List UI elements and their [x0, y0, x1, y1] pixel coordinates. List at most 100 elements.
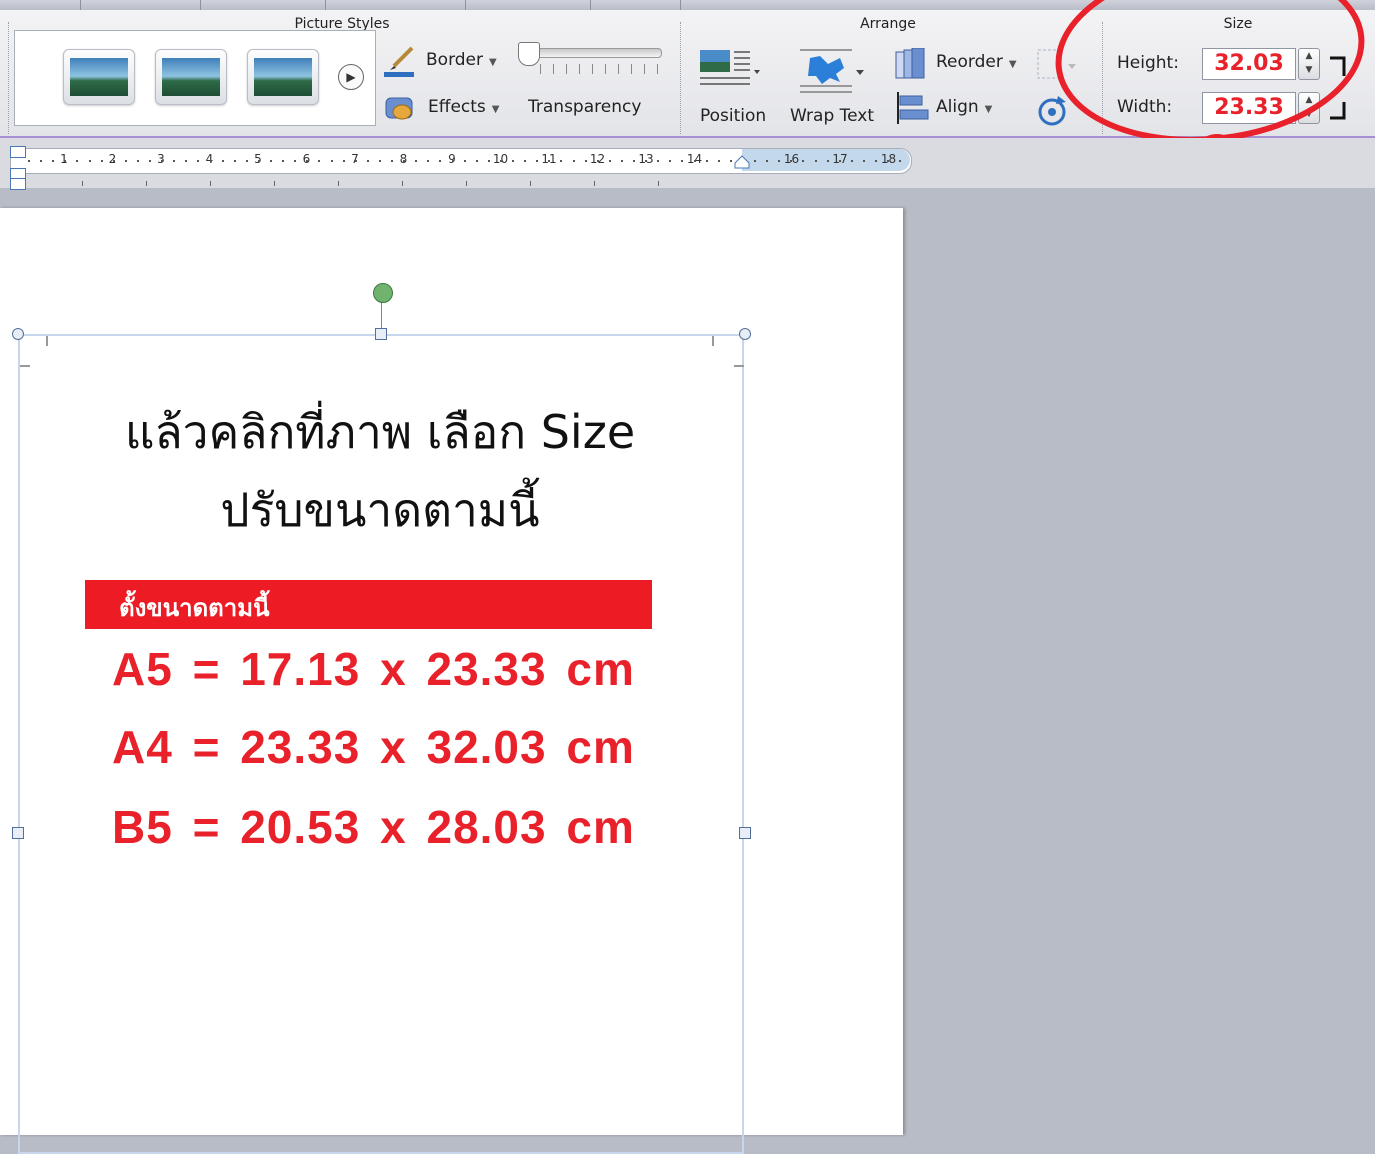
- ruler-number: 12: [589, 152, 606, 166]
- ruler-dot: [608, 160, 611, 162]
- ruler-number: 14: [686, 152, 703, 166]
- position-icon[interactable]: [700, 46, 760, 92]
- ruler-dot: [681, 160, 684, 162]
- crop-mark: [46, 336, 48, 346]
- ribbon-divider: [680, 22, 681, 134]
- resize-handle-top-right[interactable]: [739, 328, 751, 340]
- ruler-number: 8: [399, 152, 408, 166]
- ruler-dot: [584, 160, 587, 162]
- ruler-number: 16: [783, 152, 800, 166]
- banner-text: ตั้งขนาดตามนี้: [119, 594, 270, 622]
- tab-stop-tick: [658, 181, 659, 186]
- reorder-icon[interactable]: [894, 47, 930, 82]
- heading-line-2: ปรับขนาดตามนี้: [220, 483, 540, 537]
- ruler-dot: [463, 160, 466, 162]
- ruler-dot: [257, 160, 260, 162]
- ruler-number: 3: [157, 152, 165, 166]
- tab-stop-tick: [594, 181, 595, 186]
- ruler-dot: [197, 160, 200, 162]
- reorder-button[interactable]: Reorder ▼: [936, 52, 1017, 72]
- position-button-label[interactable]: Position: [700, 106, 766, 126]
- transparency-slider[interactable]: [522, 48, 662, 58]
- ruler-dot: [124, 160, 127, 162]
- size-a4-text: A4 = 23.33 x 32.03 cm: [112, 721, 635, 773]
- heading-line-1: แล้วคลิกที่ภาพ เลือก Size: [124, 405, 636, 459]
- size-a5-text: A5 = 17.13 x 23.33 cm: [112, 643, 635, 695]
- ruler-dot: [451, 160, 454, 162]
- wrap-text-icon[interactable]: [800, 46, 868, 96]
- ruler-dot: [875, 160, 877, 162]
- transparency-label: Transparency: [528, 97, 642, 117]
- ruler-dot: [245, 160, 248, 162]
- align-icon[interactable]: [896, 92, 930, 124]
- ruler-dot: [149, 160, 151, 162]
- picture-style-thumbnail[interactable]: [63, 49, 135, 105]
- picture-style-thumbnail[interactable]: [247, 49, 319, 105]
- border-button[interactable]: Border ▼: [426, 50, 497, 70]
- tab-stop-tick: [146, 181, 147, 186]
- first-line-indent-marker[interactable]: [10, 146, 26, 158]
- ruler-dot: [185, 160, 188, 162]
- ruler-dot: [209, 160, 212, 162]
- tab-stop-tick: [466, 181, 467, 186]
- resize-handle-right[interactable]: [739, 827, 751, 839]
- effects-button[interactable]: Effects ▼: [428, 97, 500, 117]
- effects-icon[interactable]: [384, 92, 418, 126]
- ruler-dot: [415, 160, 418, 162]
- chevron-down-icon: ▼: [491, 104, 500, 115]
- right-indent-marker-icon[interactable]: [734, 154, 750, 169]
- crop-mark: [20, 365, 30, 367]
- ruler-dot: [729, 160, 732, 162]
- align-button[interactable]: Align ▼: [936, 97, 992, 117]
- ruler-dot: [28, 160, 30, 162]
- ruler-dot: [282, 160, 285, 162]
- ruler-dot: [403, 160, 406, 162]
- ruler-dot: [899, 160, 902, 162]
- transparency-slider-thumb[interactable]: [518, 42, 540, 66]
- ruler-dot: [645, 160, 648, 162]
- rotation-handle[interactable]: [373, 283, 393, 303]
- ruler-dot: [366, 160, 369, 162]
- tab-stop-tick: [402, 181, 403, 186]
- border-pencil-icon[interactable]: [384, 44, 416, 78]
- picture-style-thumbnail[interactable]: [155, 49, 227, 105]
- ruler-dot: [161, 160, 164, 162]
- ruler-dot: [88, 160, 91, 162]
- red-banner: ตั้งขนาดตามนี้: [85, 580, 652, 629]
- rotate-icon[interactable]: [1036, 94, 1070, 128]
- ruler-dot: [270, 160, 272, 162]
- ruler-number: 2: [108, 152, 117, 166]
- ruler-dot: [572, 160, 575, 162]
- ruler-dot: [838, 160, 841, 162]
- tab-stop-tick: [210, 181, 211, 186]
- ruler-dot: [342, 160, 345, 162]
- ruler-dot: [487, 160, 490, 162]
- gallery-next-icon[interactable]: ▶: [338, 64, 364, 90]
- ruler-dot: [802, 160, 805, 162]
- ruler-number: 17: [832, 152, 848, 166]
- reorder-label: Reorder: [936, 52, 1003, 72]
- wrap-text-button-label[interactable]: Wrap Text: [790, 106, 874, 126]
- ruler-dot: [620, 160, 623, 162]
- ruler-dot: [233, 160, 236, 162]
- resize-handle-top-left[interactable]: [12, 328, 24, 340]
- ruler-dot: [64, 160, 67, 162]
- ruler-dot: [596, 160, 599, 162]
- ruler-number: 18: [880, 152, 897, 166]
- ruler-dot: [814, 160, 817, 162]
- ruler-dot: [294, 160, 297, 162]
- ruler-dot: [391, 160, 393, 162]
- hanging-indent-marker[interactable]: [10, 178, 26, 190]
- ruler-dot: [221, 160, 224, 162]
- ruler-dot: [778, 160, 781, 162]
- ruler-dot: [40, 160, 43, 162]
- ruler-dot: [499, 160, 502, 162]
- ruler-number: 13: [638, 152, 654, 166]
- ruler-dot: [439, 160, 442, 162]
- ruler-number: 7: [351, 152, 359, 166]
- ribbon-divider: [8, 22, 9, 134]
- resize-handle-top[interactable]: [375, 328, 387, 340]
- resize-handle-left[interactable]: [12, 827, 24, 839]
- ruler-dot: [330, 160, 333, 162]
- ruler-dot: [826, 160, 829, 162]
